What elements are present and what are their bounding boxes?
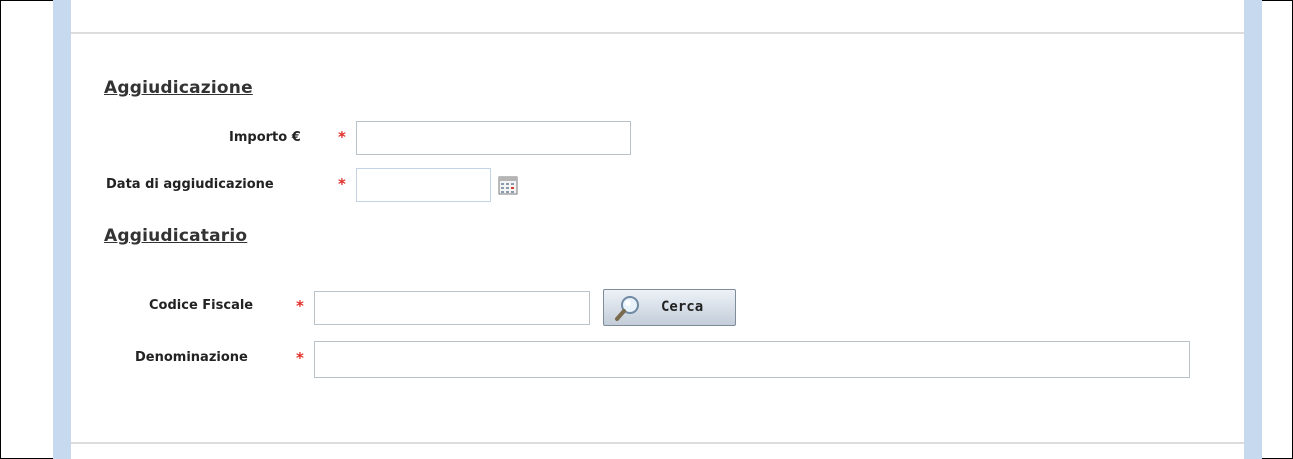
data-aggiudicazione-label: Data di aggiudicazione	[106, 177, 274, 192]
denominazione-input[interactable]	[314, 341, 1190, 378]
importo-input[interactable]	[356, 121, 631, 155]
magnifier-icon	[615, 296, 639, 321]
codice-fiscale-required-mark: *	[296, 297, 304, 315]
data-required-mark: *	[338, 175, 346, 193]
top-divider	[71, 32, 1244, 34]
calendar-icon[interactable]	[498, 175, 518, 195]
importo-label: Importo €	[229, 130, 301, 145]
importo-required-mark: *	[338, 128, 346, 146]
data-aggiudicazione-input[interactable]	[356, 168, 491, 202]
denominazione-required-mark: *	[296, 349, 304, 367]
section-title-aggiudicatario: Aggiudicatario	[104, 226, 248, 246]
left-side-band	[53, 0, 71, 459]
codice-fiscale-label: Codice Fiscale	[149, 298, 254, 313]
right-side-band	[1244, 0, 1262, 459]
section-title-aggiudicazione: Aggiudicazione	[104, 78, 253, 98]
cerca-button[interactable]: Cerca	[603, 289, 736, 326]
denominazione-label: Denominazione	[135, 350, 248, 365]
codice-fiscale-input[interactable]	[314, 291, 590, 325]
bottom-divider	[71, 442, 1244, 444]
cerca-button-label: Cerca	[661, 299, 704, 315]
